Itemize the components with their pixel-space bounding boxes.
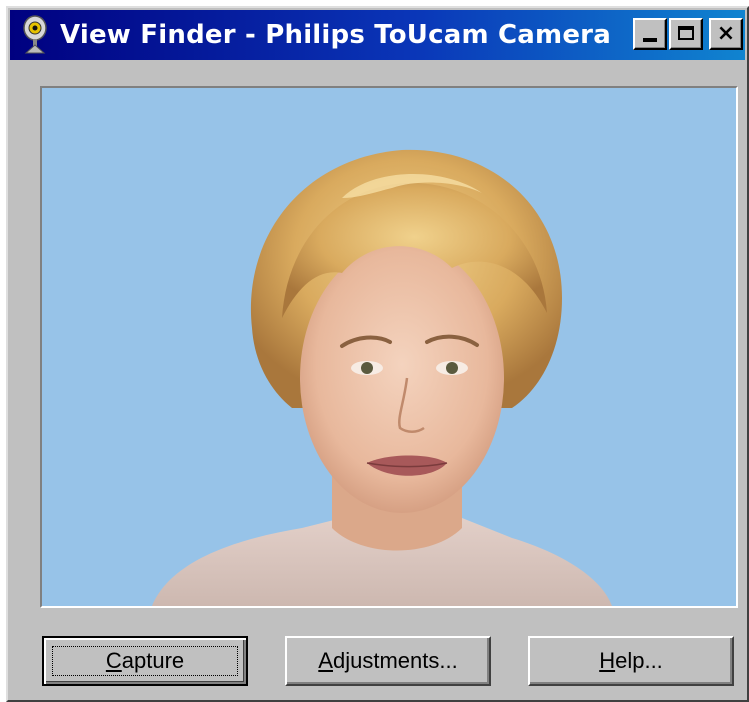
adjustments-button-label: Adjustments... bbox=[318, 648, 458, 673]
minimize-button[interactable] bbox=[633, 18, 667, 50]
help-button[interactable]: Help... bbox=[528, 636, 734, 686]
close-button[interactable]: × bbox=[709, 18, 743, 50]
window-controls: × bbox=[633, 18, 743, 50]
window-title: View Finder - Philips ToUcam Camera bbox=[60, 20, 611, 50]
minimize-icon bbox=[643, 38, 657, 42]
adjustments-button[interactable]: Adjustments... bbox=[285, 636, 491, 686]
maximize-icon bbox=[678, 26, 694, 40]
camera-preview bbox=[40, 86, 738, 608]
webcam-icon[interactable] bbox=[16, 12, 54, 58]
help-button-label: Help... bbox=[599, 648, 663, 673]
view-finder-window: View Finder - Philips ToUcam Camera × Ca… bbox=[6, 6, 749, 702]
capture-button[interactable]: Capture bbox=[42, 636, 248, 686]
capture-button-label: Capture bbox=[105, 648, 185, 673]
camera-preview-image bbox=[42, 88, 736, 606]
title-bar[interactable]: View Finder - Philips ToUcam Camera × bbox=[10, 10, 745, 60]
maximize-button[interactable] bbox=[669, 18, 703, 50]
close-icon: × bbox=[716, 21, 736, 46]
